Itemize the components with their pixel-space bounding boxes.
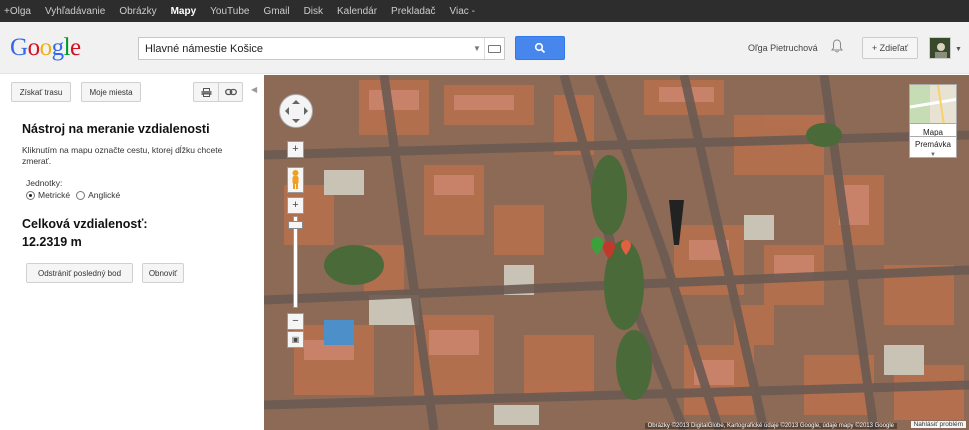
map-copyright: Obrázky ©2013 DigitalGlobe, Kartografick… xyxy=(644,423,897,429)
logo-letter: e xyxy=(70,34,81,61)
account-caret-icon[interactable]: ▼ xyxy=(955,46,962,53)
keyboard-icon[interactable] xyxy=(484,38,504,59)
zoom-out-button[interactable]: − xyxy=(287,313,304,330)
topbar-item-vyh-ad-vanie[interactable]: Vyhľadávanie xyxy=(45,6,105,17)
traffic-caret-icon[interactable]: ▼ xyxy=(910,152,956,158)
traffic-label[interactable]: Premávka xyxy=(910,137,956,153)
collapse-panel-icon[interactable]: ◀ xyxy=(251,85,257,94)
topbar-item-viac[interactable]: Viac - xyxy=(450,6,475,17)
units-radio-group: Metrické Anglické xyxy=(26,190,120,200)
print-icon[interactable] xyxy=(194,83,218,101)
my-places-button[interactable]: Moje miesta xyxy=(81,82,141,102)
topbar-item-youtube[interactable]: YouTube xyxy=(210,6,249,17)
get-directions-button[interactable]: Získať trasu xyxy=(11,82,71,102)
topbar-item-disk[interactable]: Disk xyxy=(304,6,323,17)
avatar[interactable] xyxy=(929,37,951,59)
remove-last-point-button[interactable]: Odstrániť posledný bod xyxy=(26,263,133,283)
avatar-image xyxy=(930,38,950,58)
logo-letter: o xyxy=(39,34,53,61)
user-name[interactable]: Oľga Pietruchová xyxy=(748,43,818,53)
traffic-toggle[interactable]: Premávka ▼ xyxy=(909,136,957,158)
zoom-in-button[interactable]: + xyxy=(287,141,304,158)
page-title: Nástroj na meranie vzdialenosti xyxy=(22,122,210,136)
map-canvas[interactable]: + + − ▣ Mapa Premávka ▼ Obrázky ©2013 Di… xyxy=(264,75,969,430)
zoom-slider-track[interactable] xyxy=(288,216,303,308)
units-label: Jednotky: xyxy=(26,178,63,188)
reset-button[interactable]: Obnoviť xyxy=(142,263,184,283)
side-panel: Získať trasu Moje miesta ◀ Nástroj na me… xyxy=(0,75,264,430)
search-icon xyxy=(534,42,546,54)
satellite-imagery xyxy=(264,75,969,430)
metric-radio[interactable] xyxy=(26,190,35,200)
metric-radio-label[interactable]: Metrické xyxy=(38,190,70,200)
total-distance-value: 12.2319 m xyxy=(22,235,82,249)
panel-tools xyxy=(193,82,243,102)
report-problem-link[interactable]: Nahlásiť problém xyxy=(910,421,966,428)
search-input[interactable] xyxy=(139,38,470,59)
google-bar: +Olga Vyhľadávanie Obrázky Mapy YouTube Gmail… xyxy=(0,0,969,22)
topbar-item-obr-zky[interactable]: Obrázky xyxy=(119,6,156,17)
search-box: ▼ xyxy=(138,37,505,60)
logo-letter: g xyxy=(51,34,65,61)
search-button[interactable] xyxy=(515,36,565,60)
share-button[interactable]: + Zdieľať xyxy=(862,37,918,59)
zoom-reset-icon[interactable]: ▣ xyxy=(287,331,304,348)
topbar-item-kalend-r[interactable]: Kalendár xyxy=(337,6,377,17)
topbar-item-gmail[interactable]: Gmail xyxy=(263,6,289,17)
header: Google ▼ Oľga Pietruchová + Zdieľať ▼ xyxy=(0,22,969,74)
pan-control[interactable] xyxy=(279,94,313,128)
topbar-item-olga[interactable]: +Olga xyxy=(4,6,31,17)
google-logo[interactable]: Google xyxy=(10,34,81,62)
zoom-slider-handle[interactable] xyxy=(288,221,303,229)
topbar-item-preklada[interactable]: Prekladač xyxy=(391,6,435,17)
english-radio[interactable] xyxy=(76,190,86,200)
topbar-item-mapy[interactable]: Mapy xyxy=(171,6,197,17)
link-icon[interactable] xyxy=(218,83,242,101)
street-view-pegman-icon[interactable] xyxy=(287,167,304,193)
english-radio-label[interactable]: Anglické xyxy=(88,190,120,200)
notification-bell-icon[interactable] xyxy=(831,39,843,53)
instructions-text: Kliknutím na mapu označte cestu, ktorej … xyxy=(22,145,223,166)
zoom-in-small-button[interactable]: + xyxy=(287,197,304,214)
logo-letter: G xyxy=(10,34,28,61)
total-distance-label: Celková vzdialenosť: xyxy=(22,217,148,231)
map-type-thumbnail[interactable] xyxy=(909,84,957,124)
logo-letter: o xyxy=(27,34,41,61)
search-dropdown-icon[interactable]: ▼ xyxy=(470,38,484,59)
